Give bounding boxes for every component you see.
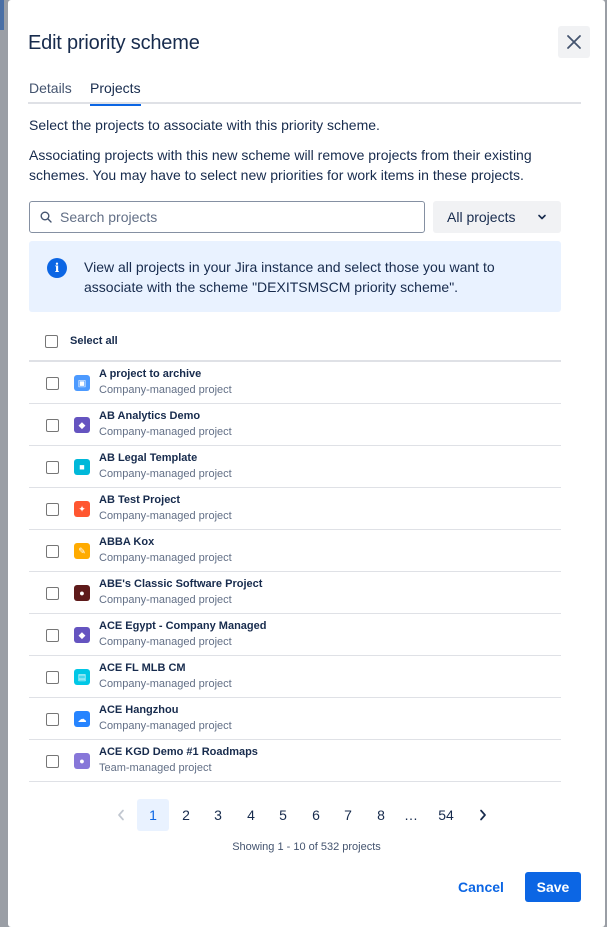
project-name: AB Legal Template [99,452,198,464]
table-row[interactable]: ✎ ABBA Kox Company-managed project [29,530,561,572]
project-checkbox[interactable] [46,755,59,768]
chevron-down-icon [538,214,546,220]
table-row[interactable]: ☁ ACE Hangzhou Company-managed project [29,698,561,740]
search-icon [40,211,52,223]
project-name: ACE FL MLB CM [99,662,186,674]
table-row[interactable]: ▣ A project to archive Company-managed pro… [29,362,561,404]
page-button[interactable]: 2 [170,799,202,831]
edit-priority-scheme-dialog: Edit priority scheme Details Projects Se… [8,0,605,927]
project-type: Company-managed project [99,510,232,522]
project-checkbox[interactable] [46,545,59,558]
previous-page-button[interactable] [105,799,137,831]
project-name: A project to archive [99,368,202,380]
filter-label: All projects [447,209,516,225]
page-button[interactable]: 4 [235,799,267,831]
pencil-project-icon: ✎ [74,543,90,559]
description-text: Associating projects with this new schem… [29,147,532,183]
project-checkbox[interactable] [46,671,59,684]
roadmaps-project-icon: ● [74,753,90,769]
pagination-ellipsis: … [404,807,418,823]
legal-project-icon: ■ [74,459,90,475]
project-name: ABE's Classic Software Project [99,578,263,590]
page-button[interactable]: 54 [430,799,462,831]
project-name: ACE Hangzhou [99,704,179,716]
info-banner: i View all projects in your Jira instanc… [29,241,561,312]
tab-details[interactable]: Details [29,78,72,104]
pagination-summary: Showing 1 - 10 of 532 projects [232,841,381,853]
intro-text: Select the projects to associate with th… [29,117,380,133]
info-text: View all projects in your Jira instance … [84,259,495,295]
notes-project-icon: ▤ [74,669,90,685]
project-type: Company-managed project [99,636,232,648]
next-page-button[interactable] [467,799,499,831]
backdrop-app-strip [0,0,4,30]
select-all-label: Select all [70,335,118,347]
project-name: ACE Egypt - Company Managed [99,620,267,632]
page-button[interactable]: 8 [365,799,397,831]
chevron-left-icon [118,809,124,821]
project-type: Company-managed project [99,552,232,564]
project-type: Company-managed project [99,678,232,690]
page-button[interactable]: 5 [267,799,299,831]
close-icon [567,35,581,49]
project-checkbox[interactable] [46,713,59,726]
dialog-header: Edit priority scheme [28,26,590,64]
close-button[interactable] [558,26,590,58]
test-project-icon: ✦ [74,501,90,517]
project-name: ABBA Kox [99,536,155,548]
chevron-right-icon [480,809,486,821]
projects-table: Select all ▣ A project to archive Company-… [29,321,561,782]
project-type: Company-managed project [99,594,232,606]
page-button[interactable]: 6 [300,799,332,831]
info-icon: i [47,258,67,278]
page-button[interactable]: 7 [332,799,364,831]
page-button[interactable]: 1 [137,799,169,831]
table-header: Select all [29,321,561,362]
table-row[interactable]: ✦ AB Test Project Company-managed project [29,488,561,530]
table-row[interactable]: ● ABE's Classic Software Project Company-m… [29,572,561,614]
dialog-title: Edit priority scheme [28,32,200,54]
search-input[interactable]: Search projects [29,201,425,233]
project-type: Company-managed project [99,720,232,732]
tab-projects[interactable]: Projects [90,78,141,106]
project-checkbox[interactable] [46,629,59,642]
project-checkbox[interactable] [46,503,59,516]
project-name: AB Test Project [99,494,181,506]
project-checkbox[interactable] [46,461,59,474]
software-project-icon: ● [74,585,90,601]
analytics-project-icon: ◆ [74,417,90,433]
project-checkbox[interactable] [46,419,59,432]
save-button[interactable]: Save [525,872,581,902]
table-row[interactable]: ● ACE KGD Demo #1 Roadmaps Team-managed pr… [29,740,561,782]
select-all-checkbox[interactable] [45,335,58,348]
search-placeholder: Search projects [60,209,158,225]
project-type: Team-managed project [99,762,212,774]
project-type: Company-managed project [99,384,232,396]
table-row[interactable]: ◆ AB Analytics Demo Company-managed projec… [29,404,561,446]
cloud-project-icon: ☁ [74,711,90,727]
tab-list: Details Projects [28,78,581,106]
project-filter-dropdown[interactable]: All projects [433,201,561,233]
table-row[interactable]: ■ AB Legal Template Company-managed projec… [29,446,561,488]
project-type: Company-managed project [99,468,232,480]
cancel-button[interactable]: Cancel [451,872,511,902]
project-name: ACE KGD Demo #1 Roadmaps [99,746,258,758]
page-button[interactable]: 3 [202,799,234,831]
archive-project-icon: ▣ [74,375,90,391]
project-checkbox[interactable] [46,587,59,600]
table-row[interactable]: ▤ ACE FL MLB CM Company-managed project [29,656,561,698]
project-type: Company-managed project [99,426,232,438]
table-row[interactable]: ◆ ACE Egypt - Company Managed Company-mana… [29,614,561,656]
project-name: AB Analytics Demo [99,410,201,422]
egypt-project-icon: ◆ [74,627,90,643]
project-checkbox[interactable] [46,377,59,390]
